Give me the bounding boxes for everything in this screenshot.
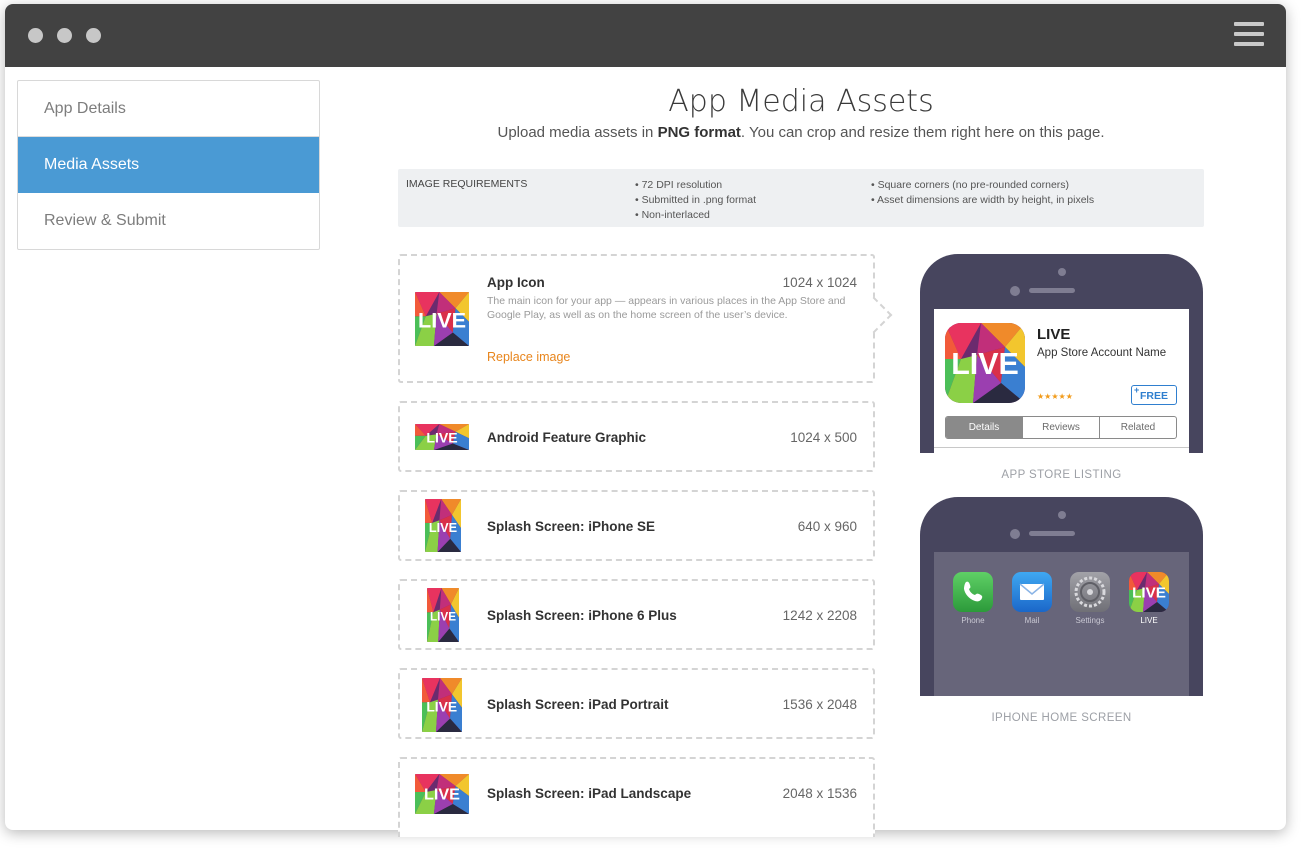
thumbnail-logo-text: LIVE	[426, 698, 457, 714]
asset-description: The main icon for your app — appears in …	[487, 295, 846, 321]
window-close-dot[interactable]	[28, 28, 43, 43]
asset-card-android-feature-graphic[interactable]: LIVE Android Feature Graphic 1024 x 500	[398, 401, 875, 472]
phone-front-lens	[1010, 286, 1020, 296]
store-app-name: LIVE	[1037, 326, 1071, 343]
thumbnail-logo-text: LIVE	[1132, 585, 1166, 602]
asset-card-splash-ipad-landscape[interactable]: LIVE Splash Screen: iPad Landscape 2048 …	[398, 757, 875, 837]
title-bar	[5, 4, 1286, 67]
requirement-item: • Square corners (no pre-rounded corners…	[871, 179, 1070, 191]
phone-front-lens	[1010, 529, 1020, 539]
thumbnail-logo-text: LIVE	[424, 786, 460, 804]
store-tabs: Details Reviews Related	[945, 416, 1177, 439]
phone-speaker	[1029, 288, 1075, 293]
requirement-item: • Non-interlaced	[635, 209, 710, 221]
app-store-listing-caption: APP STORE LISTING	[1001, 469, 1122, 481]
store-app-icon: LIVE	[945, 323, 1025, 403]
iphone-home-screen-caption: IPHONE HOME SCREEN	[991, 712, 1132, 724]
window-minimize-dot[interactable]	[57, 28, 72, 43]
requirement-item: • Submitted in .png format	[635, 194, 756, 206]
requirement-item: • Asset dimensions are width by height, …	[871, 194, 1095, 206]
asset-dimensions: 1024 x 1024	[782, 275, 857, 290]
image-requirements-panel: IMAGE REQUIREMENTS • 72 DPI resolution •…	[398, 169, 1204, 227]
splash-ipad-landscape-thumbnail: LIVE	[415, 774, 469, 814]
phone-camera	[1058, 268, 1066, 276]
subtitle-text-pre: Upload media assets in	[497, 124, 658, 141]
live-app-icon: LIVE	[1129, 572, 1169, 612]
home-app-mail[interactable]: Mail	[1011, 572, 1053, 625]
thumbnail-logo-text: LIVE	[951, 347, 1019, 381]
divider	[934, 447, 1189, 448]
asset-dimensions: 1024 x 500	[790, 430, 857, 445]
tab-details[interactable]: Details	[946, 417, 1023, 438]
requirement-item: • 72 DPI resolution	[635, 179, 723, 191]
sidebar-item-media-assets[interactable]: Media Assets	[18, 137, 319, 193]
subtitle-format-emphasis: PNG format	[657, 124, 741, 141]
store-account-name: App Store Account Name	[1037, 347, 1167, 359]
home-app-phone[interactable]: Phone	[952, 572, 994, 625]
app-label: Mail	[1024, 616, 1040, 625]
thumbnail-logo-text: LIVE	[430, 609, 456, 623]
asset-dimensions: 2048 x 1536	[782, 786, 857, 801]
window-maximize-dot[interactable]	[86, 28, 101, 43]
page-title: App Media Assets	[668, 84, 934, 119]
splash-iphone-se-thumbnail: LIVE	[425, 499, 461, 552]
store-listing-screen: LIVE LIVE App Store Account Name ★★★★★ +…	[934, 309, 1189, 453]
page-subtitle: Upload media assets in PNG format. You c…	[398, 124, 1204, 141]
hamburger-menu-icon[interactable]	[1234, 22, 1264, 48]
mail-icon	[1012, 572, 1052, 612]
app-label: LIVE	[1140, 616, 1158, 625]
home-app-settings[interactable]: Settings	[1069, 572, 1111, 625]
free-button-label: FREE	[1139, 390, 1168, 402]
asset-card-splash-ipad-portrait[interactable]: LIVE Splash Screen: iPad Portrait 1536 x…	[398, 668, 875, 739]
tab-reviews[interactable]: Reviews	[1023, 417, 1100, 438]
requirements-list-1: • 72 DPI resolution • Submitted in .png …	[635, 178, 756, 223]
asset-dimensions: 1536 x 2048	[782, 697, 857, 712]
asset-card-splash-iphone-6-plus[interactable]: LIVE Splash Screen: iPhone 6 Plus 1242 x…	[398, 579, 875, 650]
sidebar-item-app-details[interactable]: App Details	[18, 81, 319, 137]
thumbnail-logo-text: LIVE	[418, 308, 466, 333]
asset-card-app-icon[interactable]: LIVE App Icon 1024 x 1024 The main icon …	[398, 254, 893, 383]
feature-graphic-thumbnail: LIVE	[415, 424, 469, 450]
app-store-listing-preview: LIVE LIVE App Store Account Name ★★★★★ +…	[920, 254, 1203, 453]
asset-card-splash-iphone-se[interactable]: LIVE Splash Screen: iPhone SE 640 x 960	[398, 490, 875, 561]
requirements-heading: IMAGE REQUIREMENTS	[406, 178, 528, 190]
home-screen: Phone Mail Settings LIVE LIVE	[934, 552, 1189, 696]
thumbnail-logo-text: LIVE	[426, 429, 457, 445]
app-label: Settings	[1075, 616, 1105, 625]
home-app-live[interactable]: LIVE LIVE	[1128, 572, 1170, 625]
iphone-home-screen-preview: Phone Mail Settings LIVE LIVE	[920, 497, 1203, 696]
phone-speaker	[1029, 531, 1075, 536]
requirements-list-2: • Square corners (no pre-rounded corners…	[871, 178, 1094, 208]
plus-icon: +	[1134, 385, 1140, 395]
rating-stars: ★★★★★	[1037, 392, 1073, 401]
asset-dimensions: 1242 x 2208	[782, 608, 857, 623]
asset-name: Splash Screen: iPhone 6 Plus	[487, 608, 677, 623]
thumbnail-logo-text: LIVE	[429, 520, 457, 535]
settings-icon	[1070, 572, 1110, 612]
replace-image-link[interactable]: Replace image	[487, 350, 570, 364]
asset-name: Splash Screen: iPad Portrait	[487, 697, 669, 712]
free-download-button[interactable]: + FREE	[1131, 385, 1177, 405]
app-icon-thumbnail: LIVE	[415, 292, 469, 346]
app-label: Phone	[961, 616, 985, 625]
asset-dimensions: 640 x 960	[797, 519, 857, 534]
sidebar-nav: App Details Media Assets Review & Submit	[17, 80, 320, 250]
asset-name: Android Feature Graphic	[487, 430, 647, 445]
phone-camera	[1058, 511, 1066, 519]
subtitle-text-post: . You can crop and resize them right her…	[740, 124, 1105, 141]
asset-name: Splash Screen: iPhone SE	[487, 519, 656, 534]
tab-related[interactable]: Related	[1100, 417, 1176, 438]
asset-name: Splash Screen: iPad Landscape	[487, 786, 692, 801]
splash-iphone-6-plus-thumbnail: LIVE	[427, 588, 459, 642]
splash-ipad-portrait-thumbnail: LIVE	[422, 678, 462, 732]
sidebar-item-review-submit[interactable]: Review & Submit	[18, 193, 319, 249]
phone-icon	[953, 572, 993, 612]
asset-name: App Icon	[487, 275, 545, 290]
